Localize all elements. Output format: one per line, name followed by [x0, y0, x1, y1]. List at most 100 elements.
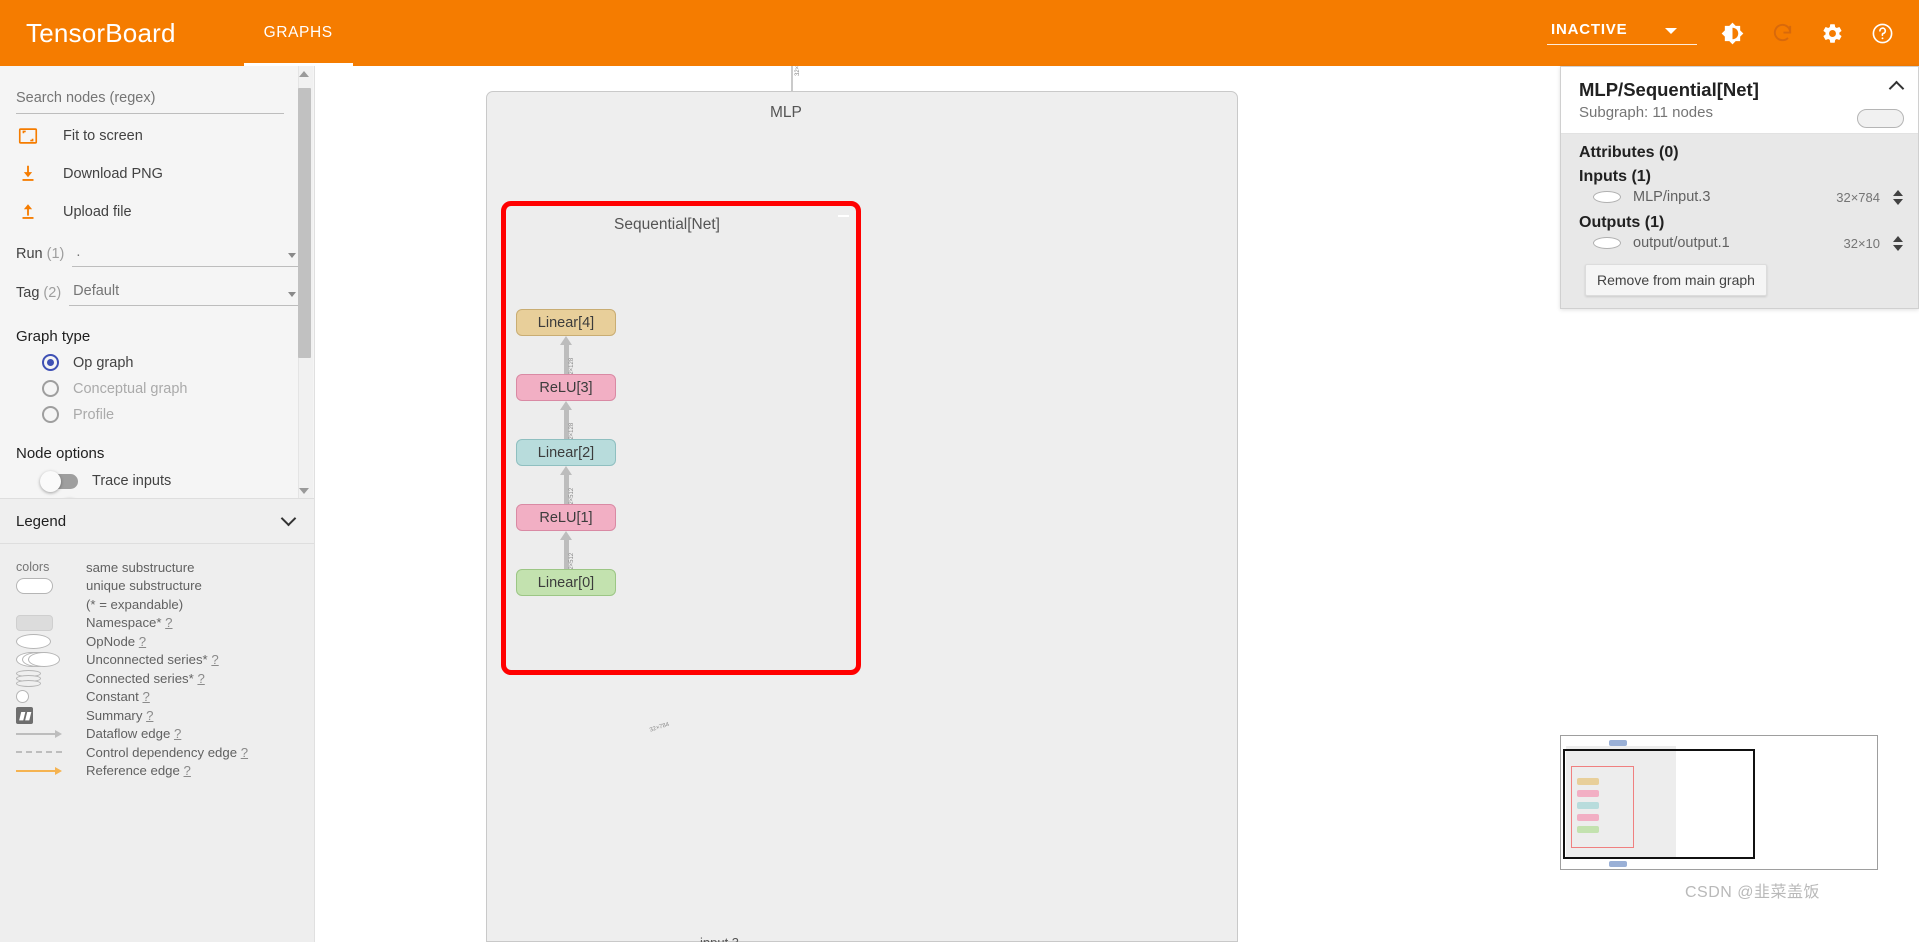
input-stepper[interactable]: [1892, 189, 1904, 205]
legend-row: Control dependency edge ?: [16, 743, 298, 762]
namespace-swatch: [16, 614, 86, 631]
tag-select[interactable]: Default: [69, 283, 298, 306]
legend-row: ▮▮ Summary ?: [16, 706, 298, 725]
outputs-header: Outputs (1): [1579, 214, 1665, 231]
fit-to-screen-icon: [16, 125, 40, 147]
help-icon[interactable]: [1867, 18, 1897, 48]
scroll-down-icon[interactable]: [299, 488, 309, 494]
summary-swatch: ▮▮: [16, 706, 86, 724]
node-info-header: MLP/Sequential[Net] Subgraph: 11 nodes: [1561, 67, 1918, 134]
radio-conceptual-graph[interactable]: Conceptual graph: [42, 380, 298, 397]
upload-icon: [16, 201, 40, 223]
legend-row: Reference edge ?: [16, 762, 298, 781]
collapse-icon[interactable]: [838, 215, 849, 217]
run-label: Run (1): [16, 246, 65, 262]
watermark: CSDN @韭菜盖饭: [1685, 884, 1821, 901]
search-field-wrapper: [16, 66, 298, 114]
legend-row-label: Namespace*: [86, 615, 162, 631]
help-link[interactable]: ?: [165, 615, 172, 630]
node-info-body: Attributes (0) Inputs (1) MLP/input.3 32…: [1561, 134, 1918, 308]
download-icon: [16, 163, 40, 185]
minimap-viewport[interactable]: [1563, 749, 1755, 859]
toggle-trace-inputs[interactable]: Trace inputs: [40, 470, 298, 492]
minimap-endpoint: [1609, 740, 1627, 746]
download-png-button[interactable]: Download PNG: [16, 157, 298, 190]
minimap-content: [1561, 736, 1877, 869]
graph-edge-label-output: 32×10: [795, 66, 801, 76]
output-shape: 32×10: [1843, 235, 1880, 251]
legend-colors-key: colors: [16, 560, 50, 575]
radio-profile[interactable]: Profile: [42, 406, 298, 423]
trace-inputs-label: Trace inputs: [92, 473, 172, 489]
run-select[interactable]: .: [72, 244, 298, 267]
chevron-down-icon: [288, 253, 296, 258]
scroll-up-icon[interactable]: [299, 71, 309, 77]
app-brand: TensorBoard: [26, 17, 176, 48]
legend-row: OpNode ?: [16, 632, 298, 651]
help-link[interactable]: ?: [184, 763, 191, 778]
legend-row: (* = expandable): [16, 595, 298, 614]
fit-to-screen-label: Fit to screen: [63, 127, 143, 144]
search-input[interactable]: [16, 86, 284, 114]
inputs-header: Inputs (1): [1579, 168, 1651, 185]
minimap-endpoint: [1609, 861, 1627, 867]
run-status-label: INACTIVE: [1551, 21, 1628, 38]
legend-row-label: Control dependency edge: [86, 744, 238, 760]
tab-bar: GRAPHS: [243, 0, 353, 66]
legend-body: colors same substructure unique substruc…: [0, 544, 314, 942]
input-row[interactable]: MLP/input.3 32×784: [1579, 186, 1904, 208]
tab-graphs[interactable]: GRAPHS: [243, 0, 353, 66]
legend-row-label: Dataflow edge: [86, 726, 171, 742]
graph-type-title: Graph type: [16, 328, 91, 345]
input-name: MLP/input.3: [1633, 189, 1711, 205]
help-link[interactable]: ?: [174, 726, 181, 741]
reference-edge-swatch: [16, 766, 86, 775]
help-link[interactable]: ?: [142, 689, 149, 704]
output-name: output/output.1: [1633, 235, 1730, 251]
legend-row-label: unique substructure: [86, 578, 202, 594]
tag-label: Tag (2): [16, 285, 62, 301]
graph-node-linear-4[interactable]: Linear[4]: [516, 309, 616, 336]
output-row[interactable]: output/output.1 32×10: [1579, 232, 1904, 254]
legend-row: Namespace* ?: [16, 614, 298, 633]
help-link[interactable]: ?: [211, 652, 218, 667]
graph-node-linear-0[interactable]: Linear[0]: [516, 569, 616, 596]
upload-file-button[interactable]: Upload file: [16, 195, 298, 228]
unconnected-series-swatch: [16, 652, 86, 668]
node-info-subtitle: Subgraph: 11 nodes: [1579, 104, 1713, 121]
legend-row-label: Constant: [86, 689, 139, 705]
control-edge-swatch: [16, 751, 86, 754]
legend-title: Legend: [16, 512, 67, 530]
radio-op-graph[interactable]: Op graph: [42, 354, 298, 371]
graph-group-sequential-label: Sequential[Net]: [614, 216, 720, 233]
radio-conceptual-graph-label: Conceptual graph: [73, 380, 188, 397]
run-status-selector[interactable]: INACTIVE: [1547, 21, 1697, 45]
help-link[interactable]: ?: [139, 634, 146, 649]
sidebar-scrollbar[interactable]: [298, 66, 313, 498]
graph-minimap[interactable]: [1560, 735, 1878, 870]
chevron-down-icon: [288, 292, 296, 297]
brightness-icon[interactable]: [1717, 18, 1747, 48]
output-stepper[interactable]: [1892, 235, 1904, 251]
graph-node-linear-2[interactable]: Linear[2]: [516, 439, 616, 466]
graph-node-relu-3[interactable]: ReLU[3]: [516, 374, 616, 401]
tag-value: Default: [73, 283, 120, 299]
help-link[interactable]: ?: [146, 708, 153, 723]
legend-row-label: Connected series*: [86, 670, 194, 686]
scrollbar-thumb[interactable]: [298, 88, 311, 358]
chevron-down-icon: [280, 510, 297, 527]
opnode-swatch: [16, 633, 86, 649]
graph-node-relu-1[interactable]: ReLU[1]: [516, 504, 616, 531]
node-info-panel: MLP/Sequential[Net] Subgraph: 11 nodes A…: [1560, 66, 1919, 309]
legend-header[interactable]: Legend: [0, 499, 314, 544]
remove-from-main-graph-button[interactable]: Remove from main graph: [1585, 264, 1767, 296]
graph-group-sequential-selected[interactable]: [501, 201, 861, 675]
refresh-icon[interactable]: [1767, 18, 1797, 48]
opnode-icon: [1593, 191, 1621, 203]
node-info-title: MLP/Sequential[Net]: [1579, 79, 1759, 100]
help-link[interactable]: ?: [241, 745, 248, 760]
fit-to-screen-button[interactable]: Fit to screen: [16, 119, 298, 152]
gear-icon[interactable]: [1817, 18, 1847, 48]
top-bar-actions: INACTIVE: [1547, 18, 1919, 48]
help-link[interactable]: ?: [197, 671, 204, 686]
